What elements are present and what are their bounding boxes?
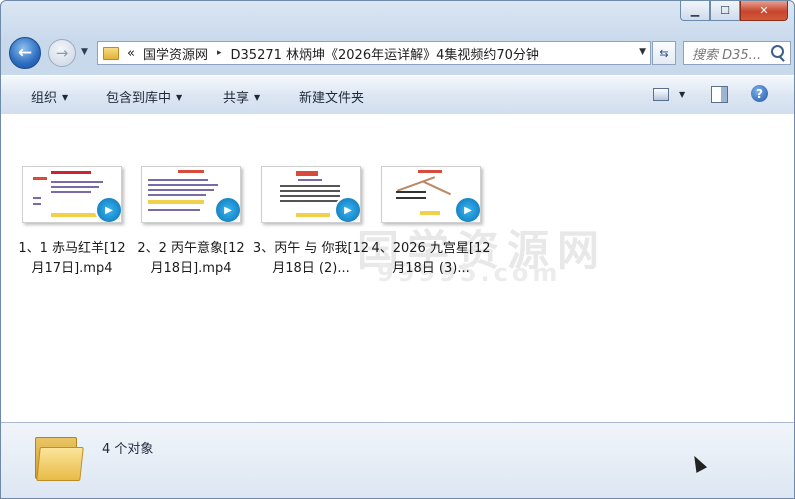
breadcrumb-item-current[interactable]: D35271 林炳坤《2026年运详解》4集视频约70分钟 xyxy=(231,44,539,63)
chevron-right-icon[interactable]: ▸ xyxy=(217,48,222,58)
item-count: 4 个对象 xyxy=(102,442,154,457)
explorer-window: ▁ ☐ ✕ ← → ▼ « 国学资源网 ▸ D35271 林炳坤《2026年运详… xyxy=(0,0,795,499)
new-folder-button[interactable]: 新建文件夹 xyxy=(299,87,364,106)
refresh-icon: ⇆ xyxy=(659,46,669,60)
navigation-bar: ← → ▼ « 国学资源网 ▸ D35271 林炳坤《2026年运详解》4集视频… xyxy=(9,35,791,71)
arrow-right-icon: → xyxy=(55,44,69,62)
file-item[interactable]: ▶ 2、2 丙午意象[12月18日].mp4 xyxy=(131,166,251,279)
video-play-icon: ▶ xyxy=(334,196,360,222)
forward-button[interactable]: → xyxy=(48,39,76,67)
organize-menu[interactable]: 组织 ▼ xyxy=(31,87,68,106)
refresh-button[interactable]: ⇆ xyxy=(652,41,676,65)
file-name: 1、1 赤马红羊[12月17日].mp4 xyxy=(18,241,126,276)
video-play-icon: ▶ xyxy=(454,196,480,222)
search-box[interactable]: 搜索 D35... xyxy=(683,41,791,65)
chevron-down-icon: ▼ xyxy=(176,93,183,102)
caption-buttons: ▁ ☐ ✕ xyxy=(680,1,788,21)
file-item[interactable]: ▶ 4、2026 九宫星[12月18日 (3)... xyxy=(371,166,491,279)
include-in-library-menu[interactable]: 包含到库中 ▼ xyxy=(106,87,182,106)
back-button[interactable]: ← xyxy=(9,37,41,69)
view-options-icon[interactable] xyxy=(653,88,669,101)
address-dropdown[interactable]: ▼ xyxy=(639,47,646,57)
folder-icon xyxy=(103,46,119,60)
minimize-button[interactable]: ▁ xyxy=(680,1,710,21)
address-bar[interactable]: « 国学资源网 ▸ D35271 林炳坤《2026年运详解》4集视频约70分钟 … xyxy=(97,41,651,65)
video-play-icon: ▶ xyxy=(214,196,240,222)
chevron-down-icon: ▼ xyxy=(62,93,69,102)
search-input[interactable]: 搜索 D35... xyxy=(692,44,761,63)
video-thumbnail: ▶ xyxy=(381,166,481,223)
help-icon[interactable]: ? xyxy=(751,85,768,102)
preview-pane-icon[interactable] xyxy=(711,86,728,103)
chevron-down-icon: ▼ xyxy=(254,93,261,102)
share-menu[interactable]: 共享 ▼ xyxy=(223,87,260,106)
breadcrumb-item-root[interactable]: 国学资源网 xyxy=(143,44,208,63)
command-bar: 组织 ▼ 包含到库中 ▼ 共享 ▼ 新建文件夹 ▼ ? xyxy=(1,75,794,115)
file-name: 2、2 丙午意象[12月18日].mp4 xyxy=(137,241,245,276)
file-list[interactable]: 国学资源网 99995.com ▶ 1、1 赤马红羊[12月17日].mp4 ▶… xyxy=(1,114,794,422)
video-thumbnail: ▶ xyxy=(141,166,241,223)
file-name: 3、丙午 与 你我[12月18日 (2)... xyxy=(252,241,370,276)
details-pane: 4 个对象 xyxy=(1,422,794,498)
folder-icon xyxy=(35,433,84,481)
close-button[interactable]: ✕ xyxy=(740,1,788,21)
search-icon[interactable] xyxy=(771,45,784,58)
maximize-button[interactable]: ☐ xyxy=(710,1,740,21)
arrow-left-icon: ← xyxy=(17,43,33,63)
file-item[interactable]: ▶ 3、丙午 与 你我[12月18日 (2)... xyxy=(251,166,371,279)
chevron-down-icon[interactable]: ▼ xyxy=(679,90,685,99)
file-name: 4、2026 九宫星[12月18日 (3)... xyxy=(371,241,491,276)
breadcrumb-overflow[interactable]: « xyxy=(127,46,135,61)
video-play-icon: ▶ xyxy=(95,196,121,222)
video-thumbnail: ▶ xyxy=(261,166,361,223)
video-thumbnail: ▶ xyxy=(22,166,122,223)
file-item[interactable]: ▶ 1、1 赤马红羊[12月17日].mp4 xyxy=(12,166,132,279)
recent-pages-dropdown[interactable]: ▼ xyxy=(81,47,88,57)
